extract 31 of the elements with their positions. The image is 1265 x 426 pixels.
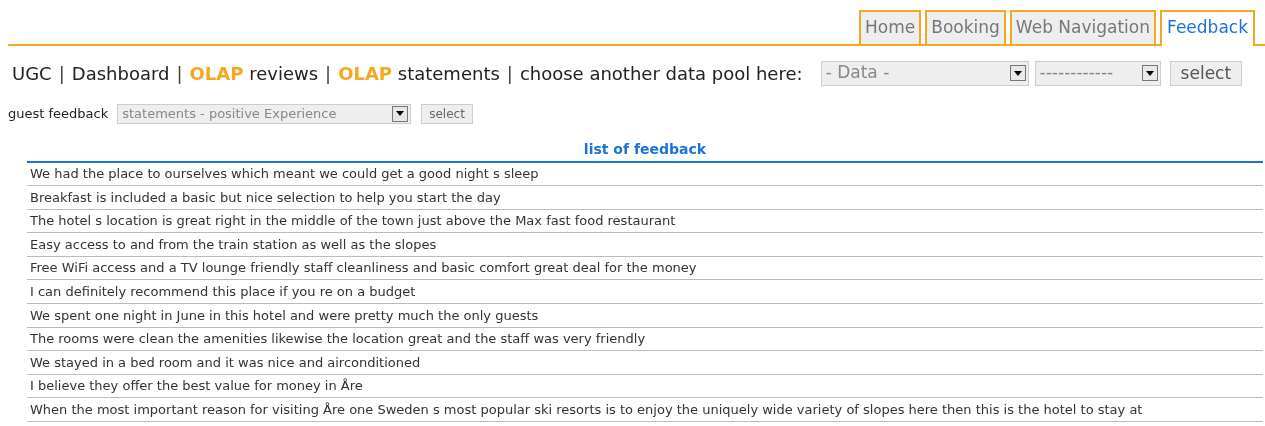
prompt-text: choose another data pool here:: [519, 61, 803, 86]
table-cell-text: We spent one night in June in this hotel and were pretty much the only guests: [29, 306, 539, 325]
separator: |: [58, 61, 65, 86]
table-title: list of feedback: [27, 138, 1263, 163]
separator: |: [506, 61, 513, 86]
table-cell-text: When the most important reason for visiting Åre one Sweden s most popular ski resorts is to enjoy the uniquely wide variety of slopes here then this is the hotel to stay at: [29, 401, 1143, 419]
nav-link[interactable]: OLAP statements: [338, 59, 500, 87]
nav-tab[interactable]: Booking: [925, 10, 1006, 44]
dropdown-select[interactable]: statements - positive Experience: [117, 103, 412, 124]
separator: |: [325, 61, 332, 86]
table-cell-text: The hotel s location is great right in the middle of the town just above the Max fast food restaurant: [29, 212, 676, 231]
nav-link[interactable]: UGC: [12, 59, 52, 87]
dropdown-select[interactable]: ------------: [1034, 60, 1161, 86]
table-cell-text: Free WiFi access and a TV lounge friendly staff cleanliness and basic comfort great deal for the money: [29, 259, 697, 278]
table-cell-text: I believe they offer the best value for money in Åre: [29, 377, 363, 396]
table-cell-text: Breakfast is included a basic but nice selection to help you start the day: [29, 188, 501, 207]
separator: |: [176, 61, 183, 86]
nav-link[interactable]: OLAP reviews: [189, 59, 319, 87]
select-button[interactable]: select: [421, 103, 473, 124]
nav-link[interactable]: Dashboard: [71, 59, 170, 87]
table-cell-text: Easy access to and from the train station as well as the slopes: [29, 235, 437, 254]
select-button[interactable]: select: [1169, 60, 1243, 86]
table-cell-text: We stayed in a bed room and it was nice and airconditioned: [29, 353, 421, 372]
nav-tab[interactable]: Feedback: [1160, 10, 1255, 46]
filter-label: guest feedback: [8, 104, 109, 123]
table-cell-text: The rooms were clean the amenities likewise the location great and the staff was very friendly: [29, 330, 646, 349]
nav-tab[interactable]: Home: [859, 10, 922, 44]
nav-tab[interactable]: Web Navigation: [1009, 10, 1157, 44]
dropdown-select[interactable]: - Data -: [820, 60, 1029, 86]
table-cell-text: I can definitely recommend this place if you re on a budget: [29, 283, 416, 301]
table-cell-text: We had the place to ourselves which meant we could get a good night s sleep: [29, 165, 539, 184]
